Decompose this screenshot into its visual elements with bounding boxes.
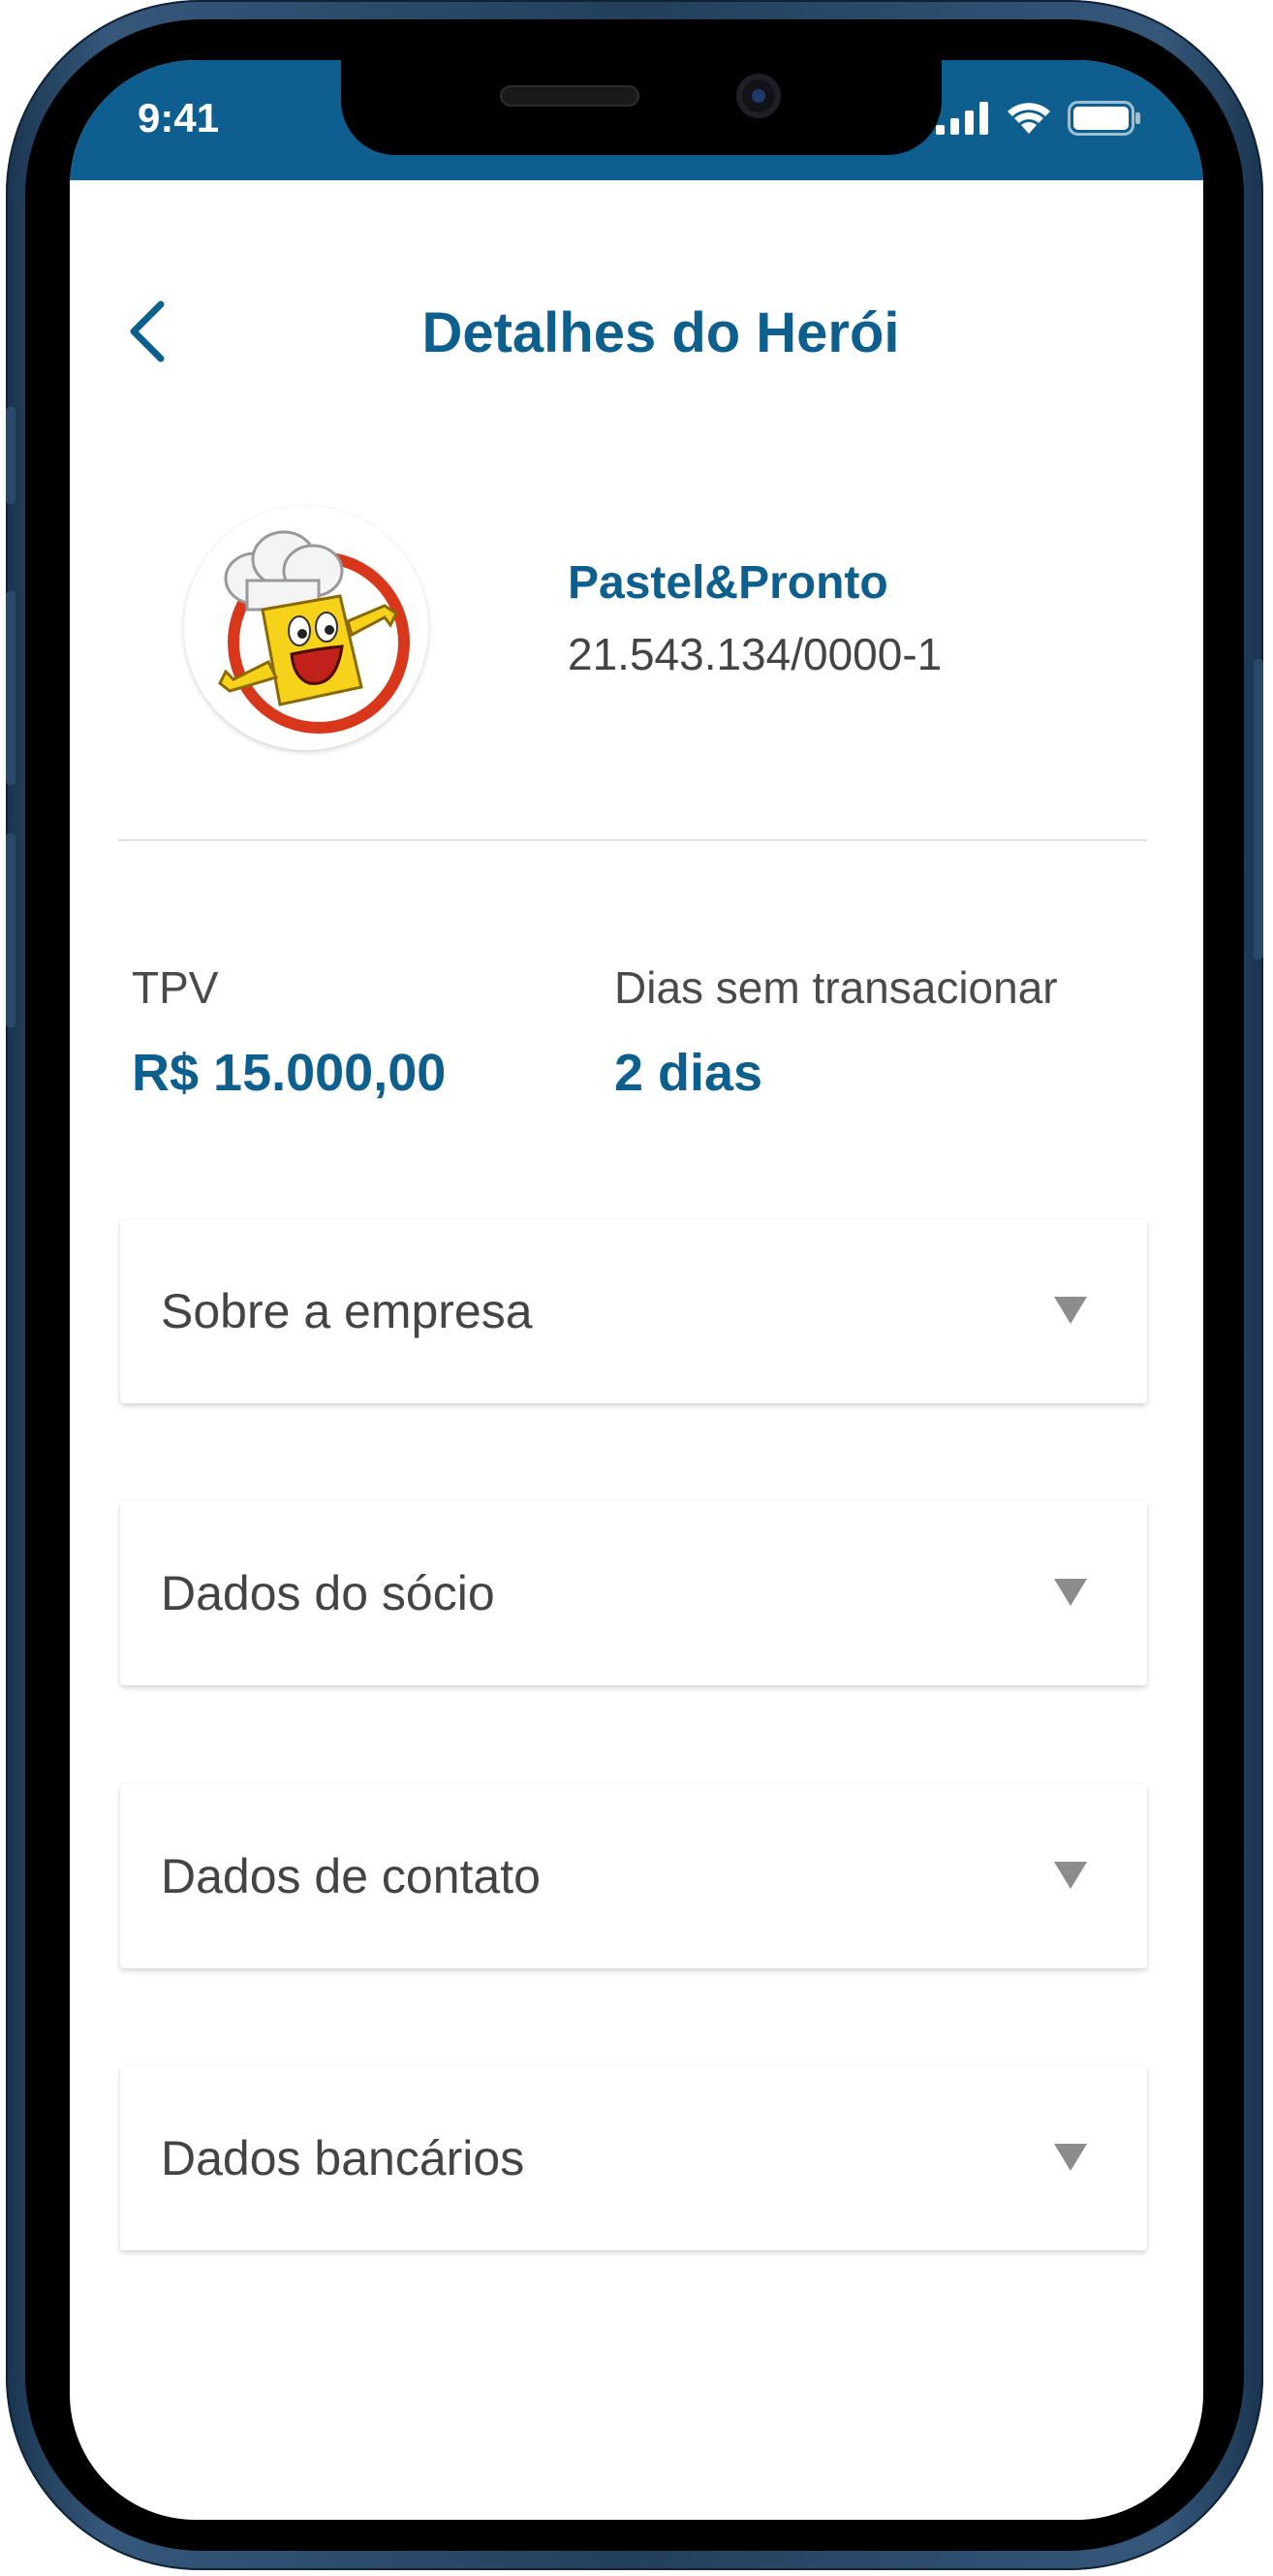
power-button <box>1254 659 1263 959</box>
wifi-icon <box>1008 103 1050 134</box>
caret-down-icon <box>1054 1862 1087 1889</box>
divider <box>118 839 1147 841</box>
accordion-label: Dados do sócio <box>161 1566 495 1620</box>
days-without-transaction-label: Dias sem transacionar <box>614 962 1058 1013</box>
status-time: 9:41 <box>138 95 220 141</box>
accordion-dados-bancarios[interactable]: Dados bancários <box>120 2066 1147 2250</box>
accordion-label: Dados bancários <box>161 2131 525 2185</box>
mute-switch <box>6 407 16 504</box>
caret-down-icon <box>1054 1297 1087 1324</box>
caret-down-icon <box>1054 2144 1087 2171</box>
tpv-label: TPV <box>132 962 219 1013</box>
company-cnpj: 21.543.134/0000-1 <box>568 629 943 679</box>
accordion-label: Sobre a empresa <box>161 1284 533 1338</box>
company-name: Pastel&Pronto <box>568 557 888 609</box>
company-avatar <box>184 506 428 750</box>
status-bar: 9:41 <box>70 60 1203 180</box>
front-camera <box>736 74 781 118</box>
battery-icon <box>1068 101 1140 136</box>
notch <box>341 60 942 155</box>
volume-down-button <box>6 833 16 1027</box>
days-without-transaction-value: 2 dias <box>614 1044 763 1102</box>
app-screen: 9:41 Detalhes do Herói Pastel&Pronto 21.… <box>70 60 1203 2520</box>
accordion-dados-do-socio[interactable]: Dados do sócio <box>120 1501 1147 1685</box>
status-icons <box>936 99 1141 138</box>
cellular-signal-icon <box>936 102 988 135</box>
tpv-value: R$ 15.000,00 <box>132 1044 447 1102</box>
caret-down-icon <box>1054 1579 1087 1606</box>
page-title: Detalhes do Herói <box>421 301 900 364</box>
earpiece-speaker <box>500 85 639 107</box>
accordion-dados-de-contato[interactable]: Dados de contato <box>120 1784 1147 1968</box>
accordion-sobre-a-empresa[interactable]: Sobre a empresa <box>120 1219 1147 1403</box>
pastel-chef-logo <box>218 530 410 734</box>
volume-up-button <box>6 591 16 785</box>
accordion-label: Dados de contato <box>161 1849 541 1903</box>
